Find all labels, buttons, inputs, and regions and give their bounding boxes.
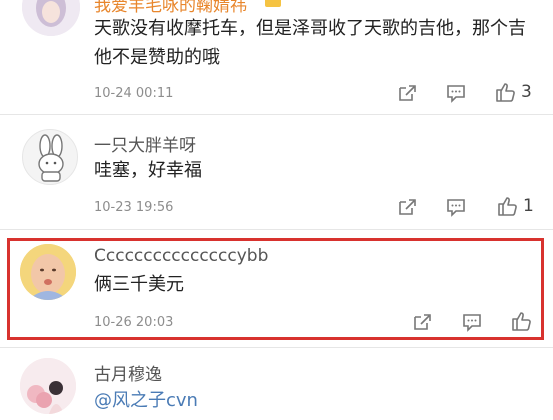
avatar[interactable] [22, 0, 80, 36]
like-icon[interactable] [511, 310, 533, 332]
forward-icon[interactable] [411, 311, 433, 333]
comment-username[interactable]: 一只大胖羊呀 [94, 131, 196, 156]
vip-badge-icon [265, 0, 281, 7]
like-count: 1 [523, 196, 534, 216]
comment-text: 俩三千美元 [94, 274, 184, 295]
forward-icon[interactable] [396, 82, 418, 104]
avatar[interactable] [20, 358, 76, 414]
divider [0, 114, 553, 115]
comment-timestamp: 10-24 00:11 [94, 86, 174, 101]
comment-icon[interactable] [461, 311, 483, 333]
comment-username[interactable]: Cccccccccccccccybb [94, 246, 268, 266]
divider [0, 229, 553, 230]
forward-icon[interactable] [396, 196, 418, 218]
avatar[interactable] [20, 244, 76, 300]
comment-username[interactable]: 古月穆逸 [94, 360, 162, 385]
comment-text: 哇塞，好幸福 [94, 160, 202, 181]
like-icon[interactable] [497, 195, 519, 217]
comment-icon[interactable] [445, 82, 467, 104]
comment-timestamp: 10-23 19:56 [94, 200, 174, 215]
comment-text: 天歌没有收摩托车，但是泽哥收了天歌的吉他，那个吉他不是赞助的哦 [94, 18, 526, 68]
comment-timestamp: 10-26 20:03 [94, 315, 174, 330]
divider [0, 347, 553, 348]
avatar[interactable] [22, 129, 78, 185]
like-count: 3 [521, 82, 532, 102]
like-icon[interactable] [495, 81, 517, 103]
comment-icon[interactable] [445, 196, 467, 218]
mention-link[interactable]: @风之子cvn [94, 386, 198, 415]
